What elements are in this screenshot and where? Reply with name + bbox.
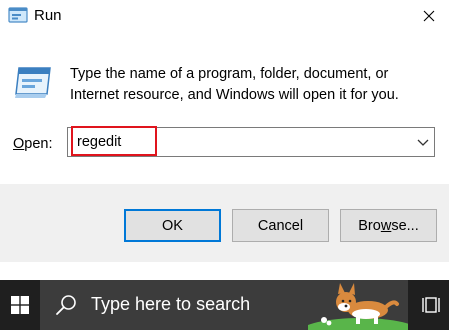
open-label: Open: (13, 136, 53, 152)
close-button[interactable] (409, 0, 449, 32)
browse-label-prefix: Bro (358, 217, 381, 234)
run-program-icon (15, 67, 51, 98)
task-view-icon (421, 297, 440, 313)
browse-label-hotkey: w (380, 217, 392, 234)
run-dialog: Run Type the name of a program, folder, … (0, 0, 449, 262)
search-icon (56, 295, 76, 315)
background-window-strip (0, 262, 449, 280)
browse-button[interactable]: Bro w se... (340, 209, 437, 242)
ok-button[interactable]: OK (124, 209, 221, 242)
dialog-content: Type the name of a program, folder, docu… (0, 34, 449, 184)
windows-logo-icon (11, 296, 29, 314)
button-bar: OK Cancel Bro w se... (0, 184, 449, 262)
search-placeholder: Type here to search (91, 294, 251, 314)
title-bar[interactable]: Run (0, 0, 449, 34)
taskbar: Type here to search (0, 280, 449, 330)
open-label-text: pen: (24, 136, 53, 152)
cancel-button[interactable]: Cancel (232, 209, 329, 242)
window-title: Run (34, 7, 62, 24)
description-text: Type the name of a program, folder, docu… (70, 66, 399, 103)
chevron-down-icon[interactable] (416, 134, 430, 150)
task-view-button[interactable] (414, 280, 449, 330)
close-icon (423, 10, 435, 22)
browse-label-suffix: se... (391, 217, 419, 234)
open-label-hotkey: O (13, 136, 25, 152)
start-button[interactable] (0, 280, 40, 330)
run-app-icon (8, 7, 28, 23)
corgi-mascot-image (308, 283, 408, 330)
input-highlight-annotation (71, 126, 157, 156)
taskbar-search-box[interactable]: Type here to search (40, 280, 408, 330)
